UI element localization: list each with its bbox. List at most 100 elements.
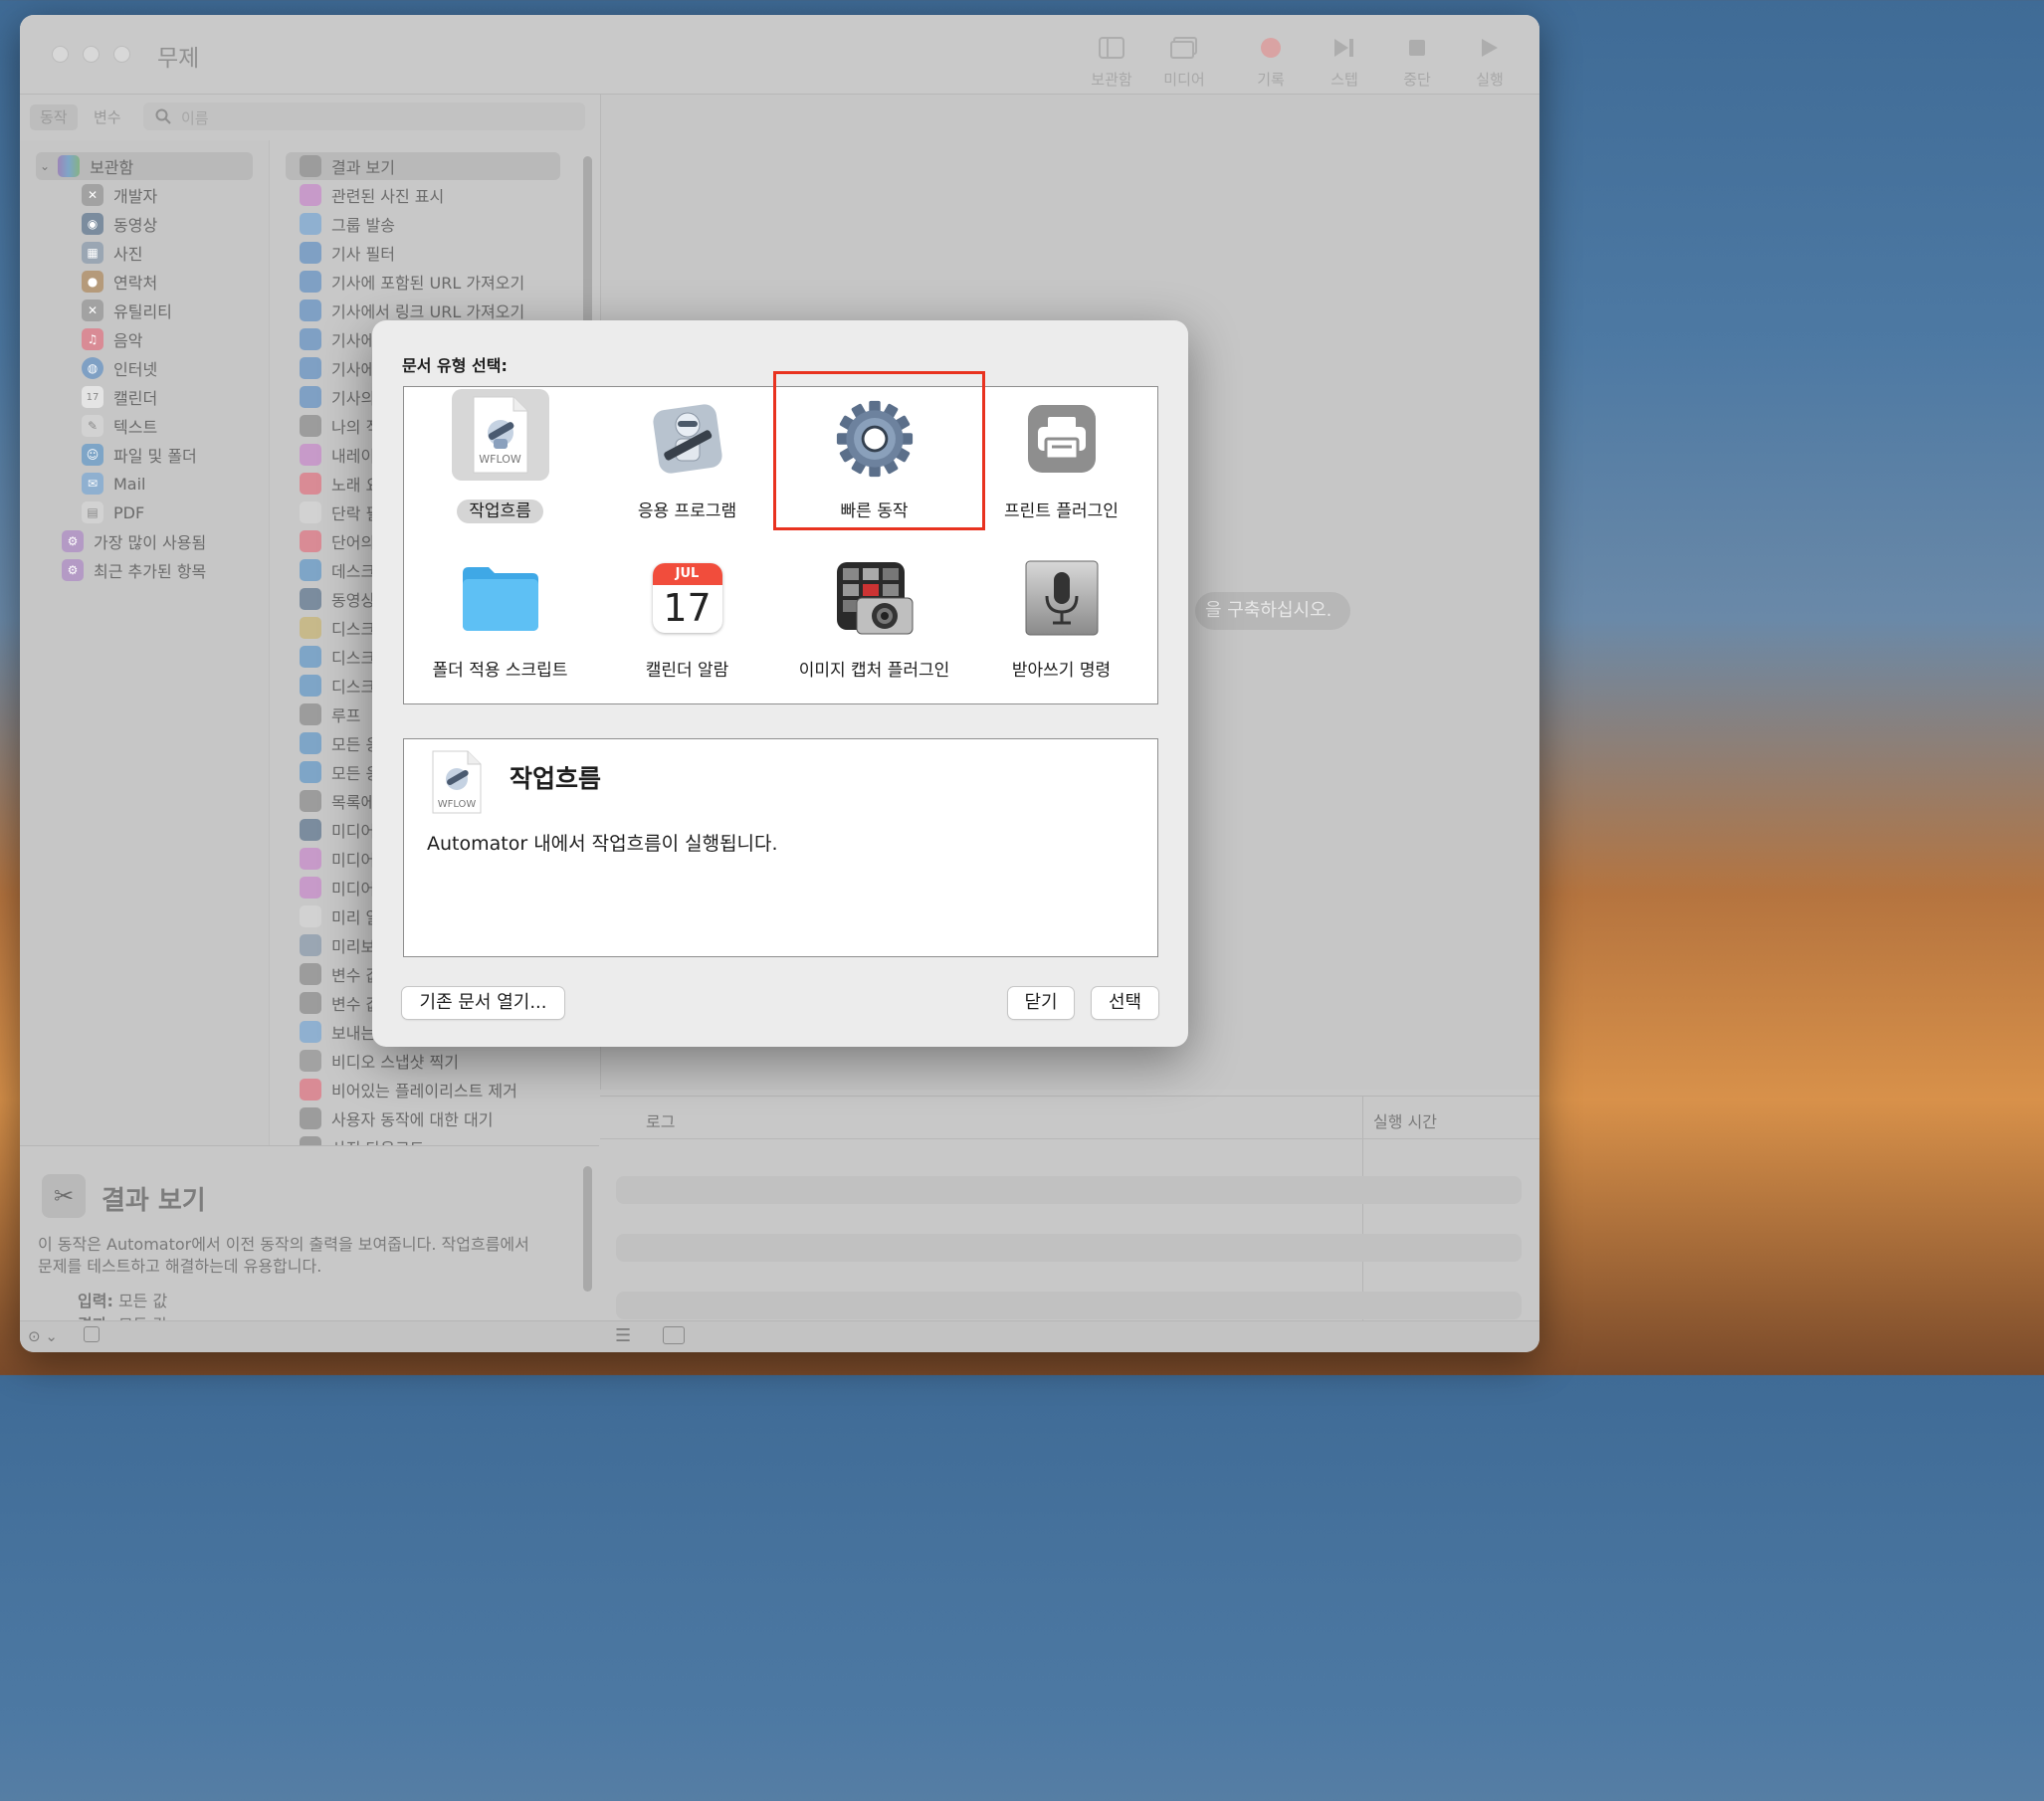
library-item-contacts[interactable]: ● 연락처: [82, 268, 157, 296]
action-icon: [300, 1079, 321, 1101]
tab-actions[interactable]: 동작: [30, 104, 78, 130]
description-title: 결과 보기: [102, 1186, 206, 1216]
log-pane: 로그 실행 시간: [600, 1096, 1539, 1321]
type-workflow[interactable]: WFLOW 작업흐름: [406, 387, 594, 536]
action-item-label: 기사에 포함된 URL 가져오기: [331, 274, 525, 293]
close-button[interactable]: 닫기: [1008, 987, 1074, 1019]
type-application-label: 응용 프로그램: [637, 501, 737, 521]
toolbar-step-button[interactable]: 스텝: [1310, 33, 1379, 90]
library-item-mail[interactable]: ✉ Mail: [82, 470, 146, 498]
stop-icon: [1382, 33, 1452, 63]
action-item[interactable]: 기사에: [300, 354, 375, 382]
action-item[interactable]: 내레이: [300, 441, 375, 469]
action-item[interactable]: 결과 보기: [286, 152, 560, 180]
action-icon: [300, 819, 321, 841]
action-item[interactable]: 나의 직: [300, 412, 380, 440]
action-item[interactable]: 단락 필: [300, 499, 380, 526]
folder-action-icon: [461, 556, 540, 640]
action-item[interactable]: 모든 응: [300, 729, 380, 757]
action-item[interactable]: 그룹 발송: [300, 210, 395, 238]
type-calendar-alarm[interactable]: JUL 17 캘린더 알람: [593, 546, 781, 696]
tab-variables[interactable]: 변수: [84, 104, 131, 130]
action-item[interactable]: 디스크: [300, 672, 375, 700]
toolbar-library-button[interactable]: 보관함: [1077, 33, 1146, 90]
action-item[interactable]: 비디오 스냅샷 찍기: [300, 1047, 459, 1075]
action-item[interactable]: 변수 값: [300, 960, 380, 988]
chevron-down-icon: ⌄: [40, 159, 51, 173]
action-item[interactable]: 동영상: [300, 585, 375, 613]
action-item[interactable]: 비어있는 플레이리스트 제거: [300, 1076, 517, 1103]
toolbar-media-button[interactable]: 미디어: [1149, 33, 1219, 90]
bottom-bar: ⊙ ⌄ ☰: [20, 1320, 1539, 1352]
description-toggle-icon[interactable]: [84, 1326, 100, 1342]
library-item-label: 캘린더: [113, 389, 158, 408]
type-application[interactable]: 응용 프로그램: [593, 387, 781, 536]
action-item[interactable]: 미리보: [300, 931, 375, 959]
calendar-alarm-icon: JUL 17: [648, 556, 727, 640]
minimize-window-button[interactable]: [83, 46, 100, 63]
zoom-window-button[interactable]: [113, 46, 130, 63]
action-item[interactable]: 기사 필터: [300, 239, 395, 267]
library-item-movies[interactable]: ◉ 동영상: [82, 210, 157, 238]
type-dictation-command[interactable]: 받아쓰기 명령: [967, 546, 1155, 696]
action-item[interactable]: 목록에: [300, 787, 375, 815]
open-existing-document-button[interactable]: 기존 문서 열기...: [402, 987, 564, 1019]
library-root[interactable]: ⌄ 보관함: [36, 152, 253, 180]
action-item[interactable]: 관련된 사진 표시: [300, 181, 444, 209]
wflow-tag: WFLOW: [479, 453, 521, 466]
type-print-plugin[interactable]: 프린트 플러그인: [967, 387, 1155, 536]
search-placeholder: 이름: [181, 109, 209, 127]
action-item[interactable]: 디스크: [300, 614, 375, 642]
library-item-photos[interactable]: ▦ 사진: [82, 239, 142, 267]
action-menu-icon[interactable]: ⊙ ⌄: [28, 1327, 58, 1345]
action-item[interactable]: 기사의: [300, 383, 375, 411]
action-item[interactable]: 미디어: [300, 845, 375, 873]
library-item-utilities[interactable]: ✕ 유틸리티: [82, 297, 172, 324]
action-item[interactable]: 변수 값: [300, 989, 380, 1017]
action-item[interactable]: 노래 요: [300, 470, 380, 498]
type-folder-action[interactable]: 폴더 적용 스크립트: [406, 546, 594, 696]
action-item[interactable]: 사용자 동작에 대한 대기: [300, 1104, 493, 1132]
library-item-music[interactable]: ♫ 음악: [82, 325, 142, 353]
action-item[interactable]: 미디어: [300, 816, 375, 844]
action-item[interactable]: 데스크: [300, 556, 375, 584]
description-input: 입력: 모든 값: [78, 1288, 167, 1311]
library-item-calendar[interactable]: 17 캘린더: [82, 383, 157, 411]
library-item-text[interactable]: ✎ 텍스트: [82, 412, 157, 440]
action-item[interactable]: 디스크: [300, 643, 375, 671]
split-view-icon[interactable]: [663, 1326, 685, 1344]
action-item-label: 미디어: [331, 822, 376, 841]
library-item-files-folders[interactable]: ☺ 파일 및 폴더: [82, 441, 197, 469]
action-item[interactable]: 보내는: [300, 1018, 375, 1046]
type-image-capture-plugin[interactable]: 이미지 캡처 플러그인: [780, 546, 968, 696]
action-item[interactable]: 미디어: [300, 874, 375, 901]
library-item-pdf[interactable]: ▤ PDF: [82, 499, 144, 526]
smart-group-recently-added[interactable]: ⚙ 최근 추가된 항목: [62, 556, 206, 584]
smart-folder-icon: ⚙: [62, 559, 84, 581]
action-item[interactable]: 기사에 포함된 URL 가져오기: [300, 268, 524, 296]
action-icon: [300, 415, 321, 437]
search-input[interactable]: 이름: [143, 102, 585, 130]
action-item[interactable]: 미리 알: [300, 902, 380, 930]
toolbar-record-button[interactable]: 기록: [1236, 33, 1306, 90]
description-scrollbar[interactable]: [583, 1166, 592, 1292]
toolbar-run-button[interactable]: 실행: [1455, 33, 1525, 90]
developer-tools-icon: ✕: [82, 184, 103, 206]
log-column-header[interactable]: 로그: [646, 1108, 675, 1132]
action-item[interactable]: 모든 응: [300, 758, 380, 786]
media-icon: [1149, 33, 1219, 63]
close-window-button[interactable]: [52, 46, 69, 63]
dictation-icon: [1022, 556, 1102, 640]
action-item[interactable]: 기사에: [300, 325, 375, 353]
library-item-developer[interactable]: ✕ 개발자: [82, 181, 157, 209]
smart-group-most-used[interactable]: ⚙ 가장 많이 사용됨: [62, 527, 206, 555]
action-item[interactable]: 루프: [300, 700, 360, 728]
library-item-internet[interactable]: ◍ 인터넷: [82, 354, 157, 382]
choose-button[interactable]: 선택: [1092, 987, 1158, 1019]
run-time-column-header[interactable]: 실행 시간: [1373, 1108, 1437, 1132]
action-list-scrollbar[interactable]: [583, 156, 592, 331]
action-icon: [300, 328, 321, 350]
action-item[interactable]: 단어의: [300, 527, 375, 555]
list-view-icon[interactable]: ☰: [615, 1325, 631, 1346]
toolbar-stop-button[interactable]: 중단: [1382, 33, 1452, 90]
